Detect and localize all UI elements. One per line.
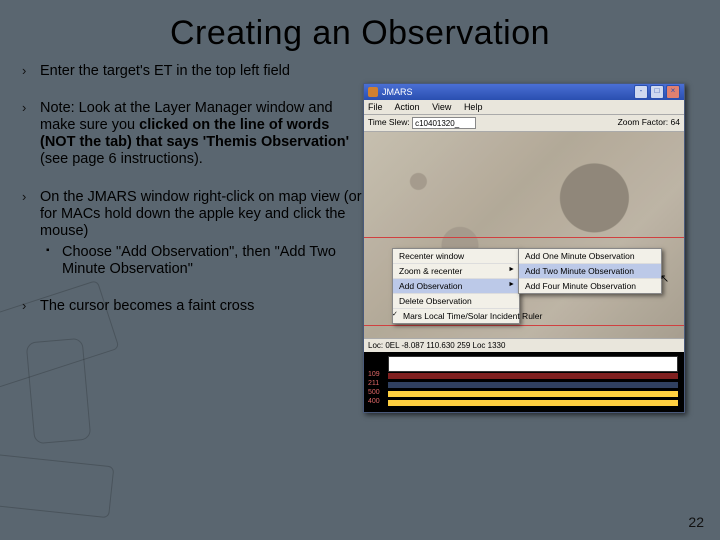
page-number: 22 bbox=[688, 514, 704, 530]
layer-label-3: 500 bbox=[368, 389, 388, 396]
bullet-3-text: On the JMARS window right-click on map v… bbox=[40, 189, 362, 239]
submenu-add-one[interactable]: Add One Minute Observation bbox=[519, 249, 661, 264]
submenu-add-four[interactable]: Add Four Minute Observation bbox=[519, 279, 661, 293]
menubar: File Action View Help bbox=[364, 100, 684, 115]
slide-title: Creating an Observation bbox=[0, 0, 720, 53]
bullet-3-sub: Choose "Add Observation", then "Add Two … bbox=[40, 244, 363, 278]
bullet-4: The cursor becomes a faint cross bbox=[28, 298, 363, 315]
context-menu: Recenter window Zoom & recenter Add Obse… bbox=[392, 248, 520, 324]
jmars-window: JMARS ‐ □ × File Action View Help Time S… bbox=[363, 83, 685, 413]
submenu-add-two[interactable]: Add Two Minute Observation bbox=[519, 264, 661, 279]
layer-scale-band bbox=[388, 356, 678, 372]
zoom-value: 64 bbox=[671, 117, 680, 129]
layer-label-2: 211 bbox=[368, 380, 388, 387]
bullet-3: On the JMARS window right-click on map v… bbox=[28, 189, 363, 279]
app-icon bbox=[368, 87, 378, 97]
minimize-button[interactable]: ‐ bbox=[634, 85, 648, 99]
layer-label-1: 109 bbox=[368, 371, 388, 378]
context-delete-observation[interactable]: Delete Observation bbox=[393, 294, 519, 309]
menu-file[interactable]: File bbox=[368, 102, 383, 112]
layer-panel: 109 211 500 400 bbox=[364, 352, 684, 412]
submenu-add-observation: Add One Minute Observation Add Two Minut… bbox=[518, 248, 662, 294]
toolbar: Time Slew: Zoom Factor: 64 bbox=[364, 115, 684, 132]
context-zoom-recenter[interactable]: Zoom & recenter bbox=[393, 264, 519, 279]
app-title: JMARS bbox=[382, 87, 413, 97]
bullet-1: Enter the target's ET in the top left fi… bbox=[28, 63, 363, 80]
menu-action[interactable]: Action bbox=[395, 102, 420, 112]
close-button[interactable]: × bbox=[666, 85, 680, 99]
cursor-icon: ↖ bbox=[660, 272, 669, 285]
map-view[interactable]: Recenter window Zoom & recenter Add Obse… bbox=[364, 132, 684, 338]
titlebar: JMARS ‐ □ × bbox=[364, 84, 684, 100]
context-add-observation[interactable]: Add Observation bbox=[393, 279, 519, 294]
menu-view[interactable]: View bbox=[432, 102, 451, 112]
context-recenter[interactable]: Recenter window bbox=[393, 249, 519, 264]
timeslew-input[interactable] bbox=[412, 117, 476, 129]
zoom-label: Zoom Factor: bbox=[618, 117, 669, 129]
maximize-button[interactable]: □ bbox=[650, 85, 664, 99]
context-ruler[interactable]: Mars Local Time/Solar Incident Ruler bbox=[393, 309, 519, 323]
bullet-2: Note: Look at the Layer Manager window a… bbox=[28, 100, 363, 168]
status-bar: Loc: 0EL -8.087 110.630 259 Loc 1330 bbox=[364, 338, 684, 352]
menu-help[interactable]: Help bbox=[464, 102, 483, 112]
bullet-2-c: (see page 6 instructions). bbox=[40, 151, 203, 167]
timeslew-label: Time Slew: bbox=[368, 117, 410, 129]
layer-label-4: 400 bbox=[368, 398, 388, 405]
